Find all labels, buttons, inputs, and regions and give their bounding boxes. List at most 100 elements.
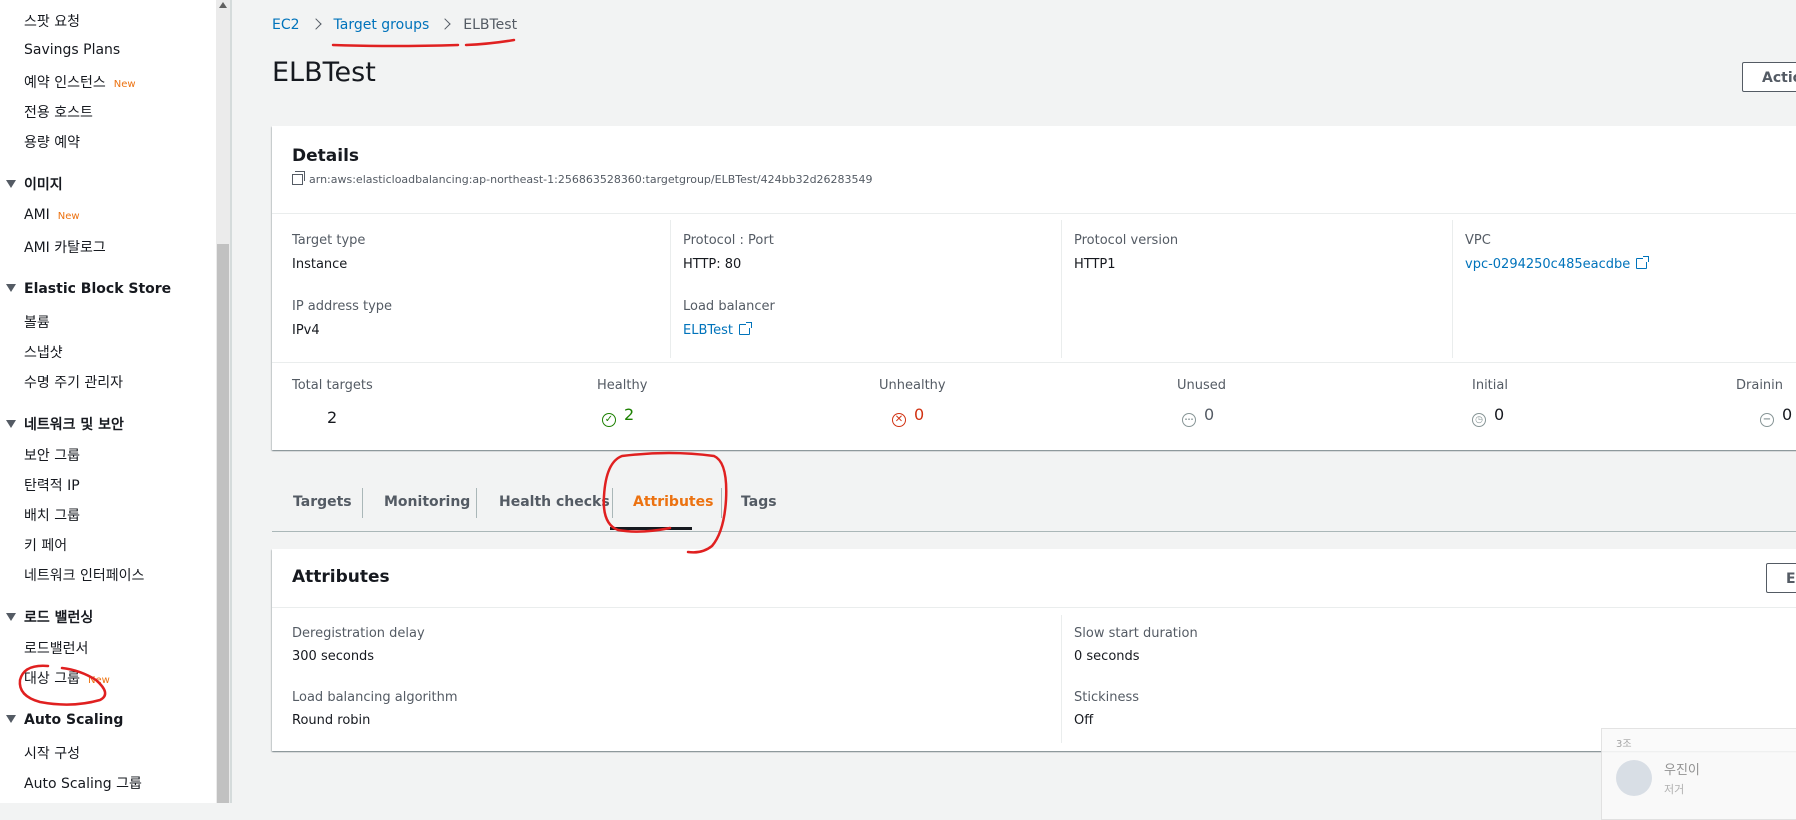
sidebar-item-label: Auto Scaling 그룹 [24,776,142,792]
sidebar-item-savings-plans[interactable]: Savings Plans [24,42,120,58]
sidebar-item-ami-catalog[interactable]: AMI 카탈로그 [24,237,106,257]
tab-tags[interactable]: Tags [741,483,777,531]
copy-icon[interactable] [292,171,305,185]
total-targets-value: 2 [327,408,338,427]
vpc-label: VPC [1465,233,1491,248]
sidebar-item-label: AMI [24,207,50,223]
sidebar-item-network-interfaces[interactable]: 네트워크 인터페이스 [24,565,144,585]
annotation-underline-elbtest [464,38,516,47]
sidebar-scrollbar-thumb[interactable] [217,244,229,803]
column-divider [670,220,671,358]
arn-row: arn:aws:elasticloadbalancing:ap-northeas… [292,171,873,186]
chevron-right-icon [309,18,322,30]
sidebar-item-label: 탄력적 IP [24,478,80,494]
scroll-up-arrow-icon[interactable] [219,2,227,8]
ip-address-type-label: IP address type [292,299,393,314]
tab-attributes[interactable]: Attributes [633,483,713,531]
notification-sender: 우진이 [1664,763,1700,778]
total-targets-label: Total targets [292,378,373,393]
sidebar-group-images[interactable]: 이미지 [6,174,63,194]
chat-notification[interactable]: 3조 우진이 저거 [1601,728,1796,820]
algorithm-label: Load balancing algorithm [292,690,458,705]
initial-label: Initial [1472,378,1508,393]
algorithm-value: Round robin [292,713,371,728]
slow-start-label: Slow start duration [1074,626,1198,641]
sidebar-item-load-balancers[interactable]: 로드밸런서 [24,638,88,658]
initial-count: ◷ 0 [1472,405,1504,427]
sidebar-item-auto-scaling-groups[interactable]: Auto Scaling 그룹 [24,773,142,793]
divider [272,362,1796,363]
divider [272,213,1796,214]
sidebar-item-key-pairs[interactable]: 키 페어 [24,535,67,555]
tab-health-checks[interactable]: Health checks [499,483,610,531]
sidebar-item-security-groups[interactable]: 보안 그룹 [24,445,80,465]
new-badge: New [113,79,136,90]
details-panel: Details arn:aws:elasticloadbalancing:ap-… [272,126,1796,450]
protocol-version-label: Protocol version [1074,233,1179,248]
vpc-link-text[interactable]: vpc-0294250c485eacdbe [1465,257,1630,272]
draining-label: Drainin [1736,378,1784,393]
unused-count: ··· 0 [1182,405,1214,427]
sidebar-item-dedicated-hosts[interactable]: 전용 호스트 [24,102,93,122]
sidebar-item-launch-configurations[interactable]: 시작 구성 [24,743,80,763]
external-link-icon[interactable] [738,322,752,335]
sidebar-group-load-balancing[interactable]: 로드 밸런싱 [6,607,93,627]
sidebar-item-lifecycle-manager[interactable]: 수명 주기 관리자 [24,372,123,392]
avatar [1616,760,1652,796]
tab-targets[interactable]: Targets [293,483,352,531]
breadcrumb-ec2-link[interactable]: EC2 [272,17,300,33]
tab-monitoring[interactable]: Monitoring [384,483,470,531]
sidebar-group-ebs[interactable]: Elastic Block Store [6,281,171,297]
caret-down-icon [6,613,16,621]
sidebar-item-spot-requests[interactable]: 스팟 요청 [24,11,80,31]
sidebar-item-target-groups[interactable]: 대상 그룹 New [24,668,110,688]
caret-down-icon [6,715,16,723]
unhealthy-value: 0 [914,405,925,424]
x-circle-icon: ✕ [892,413,906,427]
external-link-icon[interactable] [1636,256,1650,269]
minus-circle-icon: − [1760,413,1774,427]
sidebar-item-label: 대상 그룹 [24,671,80,687]
sidebar-group-label: 네트워크 및 보안 [24,417,124,433]
load-balancer-link[interactable]: ELBTest [683,322,752,338]
tab-divider [476,488,477,518]
new-badge: New [87,675,110,686]
sidebar-item-label: 로드밸런서 [24,641,89,657]
sidebar-item-ami[interactable]: AMI New [24,207,80,223]
caret-down-icon [6,420,16,428]
tab-divider [612,488,613,518]
arn-value: arn:aws:elasticloadbalancing:ap-northeas… [309,173,873,186]
column-divider [1061,220,1062,358]
protocol-version-value: HTTP1 [1074,257,1116,272]
sidebar-item-placement-groups[interactable]: 배치 그룹 [24,505,80,525]
sidebar-item-label: 수명 주기 관리자 [24,375,124,391]
page-title: ELBTest [272,57,376,88]
sidebar-item-label: AMI 카탈로그 [24,240,106,256]
breadcrumb-current: ELBTest [463,17,518,33]
sidebar-group-label: 로드 밸런싱 [24,610,94,626]
caret-down-icon [6,284,16,292]
edit-button[interactable]: E [1766,563,1796,593]
sidebar-group-network-security[interactable]: 네트워크 및 보안 [6,414,124,434]
check-circle-icon: ✓ [602,413,616,427]
sidebar-item-capacity-reservations[interactable]: 용량 예약 [24,132,80,152]
deregistration-delay-label: Deregistration delay [292,626,425,641]
sidebar-group-label: 이미지 [24,177,63,193]
healthy-label: Healthy [597,378,648,393]
sidebar-item-label: 전용 호스트 [24,105,93,121]
sidebar-item-elastic-ip[interactable]: 탄력적 IP [24,475,80,495]
load-balancer-link-text[interactable]: ELBTest [683,323,733,338]
sidebar-item-volumes[interactable]: 볼륨 [24,312,50,332]
sidebar-item-reserved-instances[interactable]: 예약 인스턴스 New [24,72,136,92]
sidebar-group-auto-scaling[interactable]: Auto Scaling [6,712,123,728]
healthy-value: 2 [624,405,635,424]
vpc-link[interactable]: vpc-0294250c485eacdbe [1465,256,1650,272]
breadcrumb-target-groups-link[interactable]: Target groups [334,17,430,33]
sidebar-item-label: 네트워크 인터페이스 [24,568,145,584]
sidebar-divider [230,0,232,803]
actions-button[interactable]: Actio [1742,62,1796,92]
notification-group: 3조 [1616,739,1632,750]
annotation-underline-target-groups [331,43,460,48]
sidebar-item-snapshots[interactable]: 스냅샷 [24,342,63,362]
tab-divider [721,488,722,518]
